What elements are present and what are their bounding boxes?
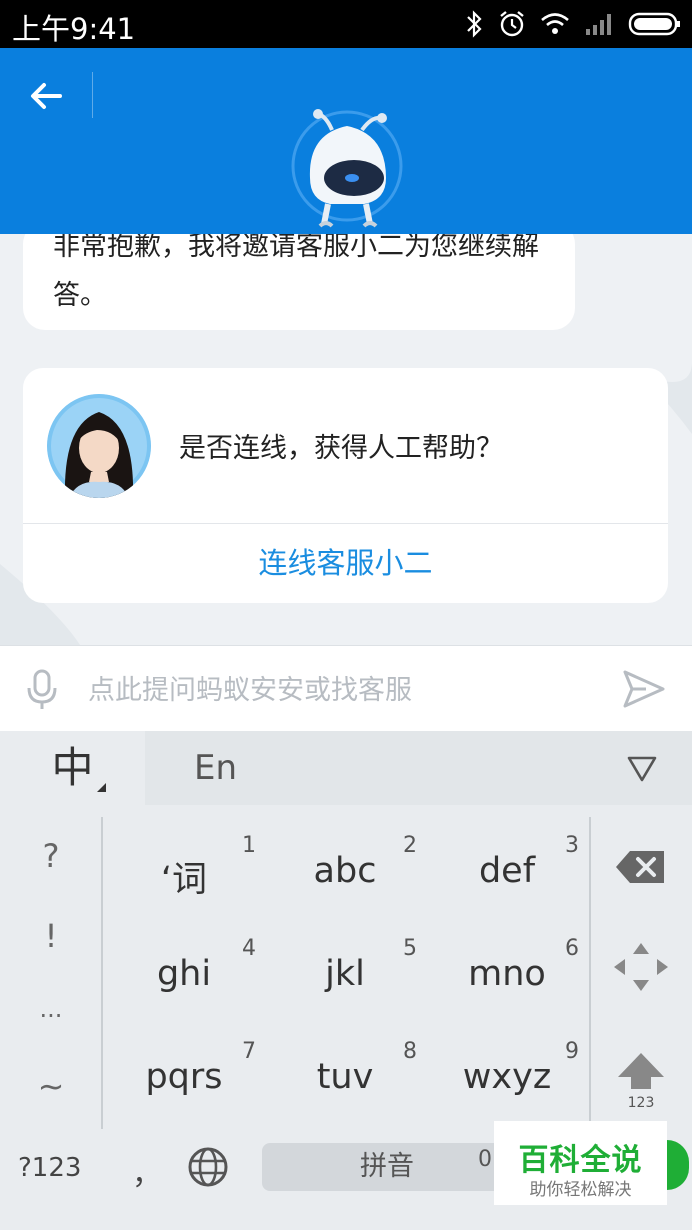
- robot-mascot-icon: [291, 109, 403, 228]
- keyboard-tabs: 中 En: [0, 731, 692, 805]
- bluetooth-icon: [467, 10, 482, 38]
- key-3-number: 3: [565, 833, 579, 858]
- tab-chinese[interactable]: 中: [0, 731, 145, 805]
- key-ellipsis[interactable]: ...: [0, 995, 102, 1023]
- input-bar: 点此提问蚂蚁安安或找客服: [0, 645, 692, 732]
- key-9-number: 9: [565, 1039, 579, 1064]
- key-2-number: 2: [403, 833, 417, 858]
- left-separator: [101, 817, 103, 1129]
- key-3-label: def: [478, 851, 536, 891]
- key-7-label: pqrs: [145, 1057, 223, 1097]
- key-1[interactable]: ‘词 1: [104, 815, 264, 915]
- status-icons: [464, 8, 682, 40]
- key-9[interactable]: wxyz 9: [427, 1021, 587, 1121]
- header-divider: [92, 72, 93, 118]
- key-7[interactable]: pqrs 7: [104, 1021, 264, 1121]
- message-input[interactable]: 点此提问蚂蚁安安或找客服: [88, 668, 412, 707]
- key-5-number: 5: [403, 936, 417, 961]
- key-5-label: jkl: [325, 954, 365, 994]
- key-2-label: abc: [313, 851, 377, 891]
- shift-number-label: 123: [627, 1095, 655, 1111]
- key-9-label: wxyz: [462, 1057, 552, 1097]
- watermark-logo: 百科全说 助你轻松解决: [494, 1121, 667, 1205]
- signal-icon: [586, 14, 611, 35]
- tab-english[interactable]: En: [194, 731, 237, 805]
- key-3[interactable]: def 3: [427, 815, 587, 915]
- punctuation-column: ? ! ... ~: [0, 805, 102, 1129]
- alarm-icon: [500, 11, 524, 37]
- microphone-icon[interactable]: [24, 668, 60, 712]
- cursor-move-icon[interactable]: [600, 927, 682, 1007]
- watermark-title: 百科全说: [518, 1143, 643, 1178]
- battery-icon: [628, 12, 680, 36]
- comma-key[interactable]: ，: [132, 1149, 162, 1193]
- key-4-label: ghi: [156, 954, 212, 994]
- agent-avatar: [47, 394, 151, 498]
- send-icon[interactable]: [622, 668, 666, 710]
- key-6-number: 6: [565, 936, 579, 961]
- space-key[interactable]: 拼音: [262, 1143, 512, 1191]
- key-6[interactable]: mno 6: [427, 918, 587, 1018]
- status-bar: 上午9:41: [0, 0, 692, 48]
- connect-agent-card: 是否连线，获得人工帮助？ 连线客服小二: [23, 368, 668, 603]
- right-separator: [589, 817, 591, 1129]
- zero-key[interactable]: 0: [478, 1147, 492, 1172]
- key-6-label: mno: [468, 954, 546, 994]
- key-8-number: 8: [403, 1039, 417, 1064]
- key-5[interactable]: jkl 5: [265, 918, 425, 1018]
- back-arrow-icon[interactable]: [22, 74, 72, 118]
- collapse-keyboard-icon[interactable]: [624, 751, 660, 785]
- key-4[interactable]: ghi 4: [104, 918, 264, 1018]
- header-bar: [0, 48, 692, 234]
- symbols-key[interactable]: ?123: [18, 1153, 81, 1183]
- key-tilde[interactable]: ~: [0, 1067, 102, 1105]
- status-time: 上午9:41: [12, 12, 136, 46]
- tab-chinese-indicator: [97, 783, 106, 792]
- shift-arrow-icon[interactable]: [600, 1043, 682, 1123]
- globe-icon[interactable]: [186, 1145, 230, 1189]
- bot-message-text: 非常抱歉，我将邀请客服小二为您继续解答。: [53, 234, 539, 311]
- connect-question-text: 是否连线，获得人工帮助？: [179, 433, 503, 464]
- key-8[interactable]: tuv 8: [265, 1021, 425, 1121]
- key-8-label: tuv: [316, 1057, 374, 1097]
- watermark-subtitle: 助你轻松解决: [529, 1180, 632, 1200]
- backspace-icon[interactable]: [600, 827, 682, 907]
- key-7-number: 7: [242, 1039, 256, 1064]
- key-1-number: 1: [242, 833, 256, 858]
- wifi-icon: [541, 13, 569, 34]
- key-4-number: 4: [242, 936, 256, 961]
- card-divider: [23, 523, 668, 524]
- bot-message-bubble: 非常抱歉，我将邀请客服小二为您继续解答。: [23, 234, 575, 330]
- connect-agent-button[interactable]: 连线客服小二: [23, 540, 668, 582]
- key-2[interactable]: abc 2: [265, 815, 425, 915]
- chat-area: 非常抱歉，我将邀请客服小二为您继续解答。 是否连线，获得人工帮助？ 连线客服小二: [0, 234, 692, 645]
- key-1-label: ‘词: [160, 860, 208, 900]
- key-question[interactable]: ?: [0, 837, 102, 875]
- key-exclamation[interactable]: !: [0, 917, 102, 955]
